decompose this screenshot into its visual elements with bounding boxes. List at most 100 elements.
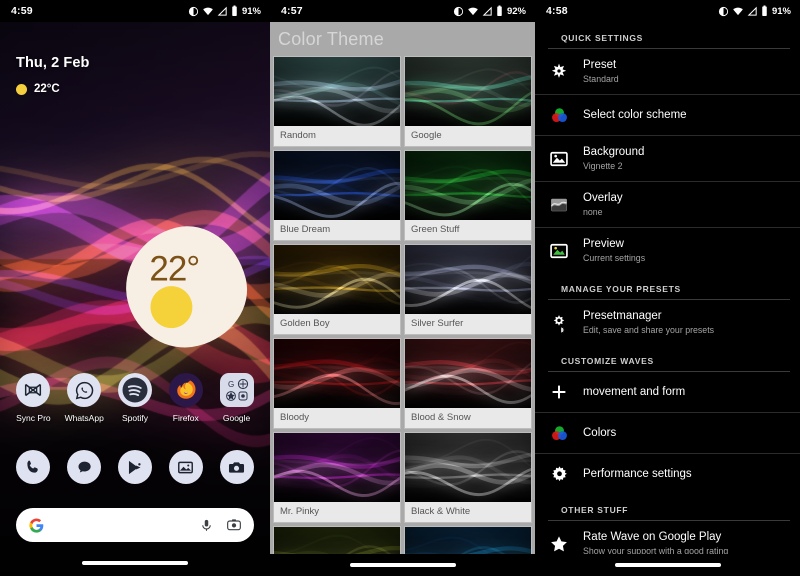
app-icon-firefox[interactable]: Firefox <box>164 373 208 423</box>
page-title: Color Theme <box>278 28 384 49</box>
theme-card[interactable]: Golden Boy <box>273 244 401 335</box>
theme-card[interactable]: Green Stuff <box>404 150 532 241</box>
nav-bar-settings <box>535 554 800 576</box>
battery-icon <box>497 5 502 16</box>
nav-gesture-pill[interactable] <box>82 561 188 565</box>
dnd-icon <box>188 6 199 16</box>
app-folder-google[interactable]: G Google <box>215 373 259 423</box>
theme-card-label: Blue Dream <box>274 220 400 240</box>
dock <box>0 450 270 484</box>
theme-card[interactable]: Blue Dream <box>273 150 401 241</box>
status-icons: 92% <box>453 5 526 17</box>
settings-row-background[interactable]: Background Vignette 2 <box>535 136 800 182</box>
theme-thumbnail <box>274 245 400 314</box>
settings-row-subtitle: Standard <box>583 74 619 84</box>
camera-icon <box>219 450 254 484</box>
dock-item-messages[interactable] <box>62 450 106 484</box>
theme-thumbnail <box>405 151 531 220</box>
settings-row-text: Presetmanager Edit, save and share your p… <box>583 309 714 336</box>
theme-thumbnail <box>274 339 400 408</box>
settings-row-text: Performance settings <box>583 467 692 481</box>
phone-icon <box>16 450 51 484</box>
status-bar-theme: 4:57 92% <box>270 0 535 22</box>
nav-bar-theme <box>270 554 535 576</box>
weather-widget[interactable]: 22° <box>113 214 259 360</box>
settings-row-subtitle: Edit, save and share your presets <box>583 325 715 335</box>
settings-row-select-color-scheme[interactable]: Select color scheme <box>535 95 800 136</box>
settings-row-performance-settings[interactable]: Performance settings <box>535 454 800 494</box>
theme-card-label: Google <box>405 126 531 146</box>
theme-card-label: Silver Surfer <box>405 314 531 334</box>
battery-percent: 92% <box>506 5 526 17</box>
date-label[interactable]: Thu, 2 Feb <box>16 55 90 71</box>
theme-thumbnail <box>405 245 531 314</box>
settings-row-title: Preset <box>583 59 617 71</box>
battery-icon <box>232 5 237 16</box>
settings-row-title: Overlay <box>583 192 623 204</box>
app-icon-whatsapp[interactable]: WhatsApp <box>62 373 106 423</box>
theme-card[interactable]: Black & White <box>404 432 532 523</box>
settings-row-preset[interactable]: Preset Standard <box>535 49 800 95</box>
sun-icon <box>145 281 197 333</box>
theme-card[interactable]: Google <box>404 56 532 147</box>
theme-thumbnail <box>405 57 531 126</box>
weather-chip[interactable]: 22°C <box>16 83 60 95</box>
signal-icon <box>747 6 757 16</box>
nav-gesture-pill[interactable] <box>349 563 456 567</box>
google-search-bar[interactable] <box>16 508 254 542</box>
theme-card-label: Golden Boy <box>274 314 400 334</box>
star-icon <box>548 533 570 555</box>
theme-thumbnail <box>274 57 400 126</box>
theme-card[interactable]: Random <box>273 56 401 147</box>
dock-item-gallery[interactable] <box>164 450 208 484</box>
app-label: Spotify <box>121 413 148 423</box>
settings-row-text: Select color scheme <box>583 108 687 122</box>
battery-percent: 91% <box>241 5 261 17</box>
app-label: Sync Pro <box>16 413 51 423</box>
home-content: Thu, 2 Feb 22°C 22° Sync Pro WhatsApp Sp… <box>0 0 270 576</box>
battery-icon <box>762 5 767 16</box>
dock-item-camera[interactable] <box>215 450 259 484</box>
app-label: WhatsApp <box>64 413 104 423</box>
settings-row-presetmanager[interactable]: Presetmanager Edit, save and share your p… <box>535 300 800 345</box>
theme-card-grid: Random Google Blue Dream Green Stuff Golden … <box>270 56 535 576</box>
settings-section-header: QUICK SETTINGS <box>548 22 790 49</box>
app-icon-sync-pro[interactable]: Sync Pro <box>11 373 55 423</box>
theme-card[interactable]: Silver Surfer <box>404 244 532 335</box>
microphone-icon[interactable] <box>199 518 214 533</box>
three-phone-screenshots: 4:59 91% Thu, 2 Feb 22°C 22° Sync Pro Wh… <box>0 0 800 576</box>
plus-icon <box>548 381 570 403</box>
sync-pro-icon <box>16 373 51 407</box>
battery-percent: 91% <box>771 5 791 17</box>
settings-row-movement-and-form[interactable]: movement and form <box>535 372 800 413</box>
settings-row-title: Select color scheme <box>583 109 687 121</box>
signal-icon <box>217 6 227 16</box>
whatsapp-icon <box>67 373 102 407</box>
nav-gesture-pill[interactable] <box>614 563 721 567</box>
signal-icon <box>482 6 492 16</box>
dock-item-play-store[interactable] <box>113 450 157 484</box>
wifi-icon <box>733 7 743 15</box>
theme-card[interactable]: Mr. Pinky <box>273 432 401 523</box>
lens-camera-icon[interactable] <box>226 517 242 533</box>
status-icons: 91% <box>188 5 261 17</box>
theme-thumbnail <box>405 339 531 408</box>
rgb-venn-icon <box>548 422 570 444</box>
settings-row-colors[interactable]: Colors <box>535 413 800 454</box>
settings-row-text: Colors <box>583 426 616 440</box>
settings-row-overlay[interactable]: Overlay none <box>535 182 800 228</box>
app-icon-spotify[interactable]: Spotify <box>113 373 157 423</box>
settings-row-subtitle: Current settings <box>583 253 646 263</box>
theme-card-label: Mr. Pinky <box>274 502 400 522</box>
dock-item-phone[interactable] <box>11 450 55 484</box>
settings-section-header: OTHER STUFF <box>548 494 790 521</box>
settings-row-preview[interactable]: Preview Current settings <box>535 228 800 273</box>
status-time: 4:59 <box>11 5 33 17</box>
status-bar-settings: 4:58 91% <box>535 0 800 22</box>
theme-card[interactable]: Blood & Snow <box>404 338 532 429</box>
theme-thumbnail <box>405 433 531 502</box>
svg-text:G: G <box>228 380 234 389</box>
theme-card[interactable]: Bloody <box>273 338 401 429</box>
settings-row-text: Overlay none <box>583 191 623 218</box>
settings-row-text: Rate Wave on Google Play Show your suppor… <box>583 530 728 557</box>
